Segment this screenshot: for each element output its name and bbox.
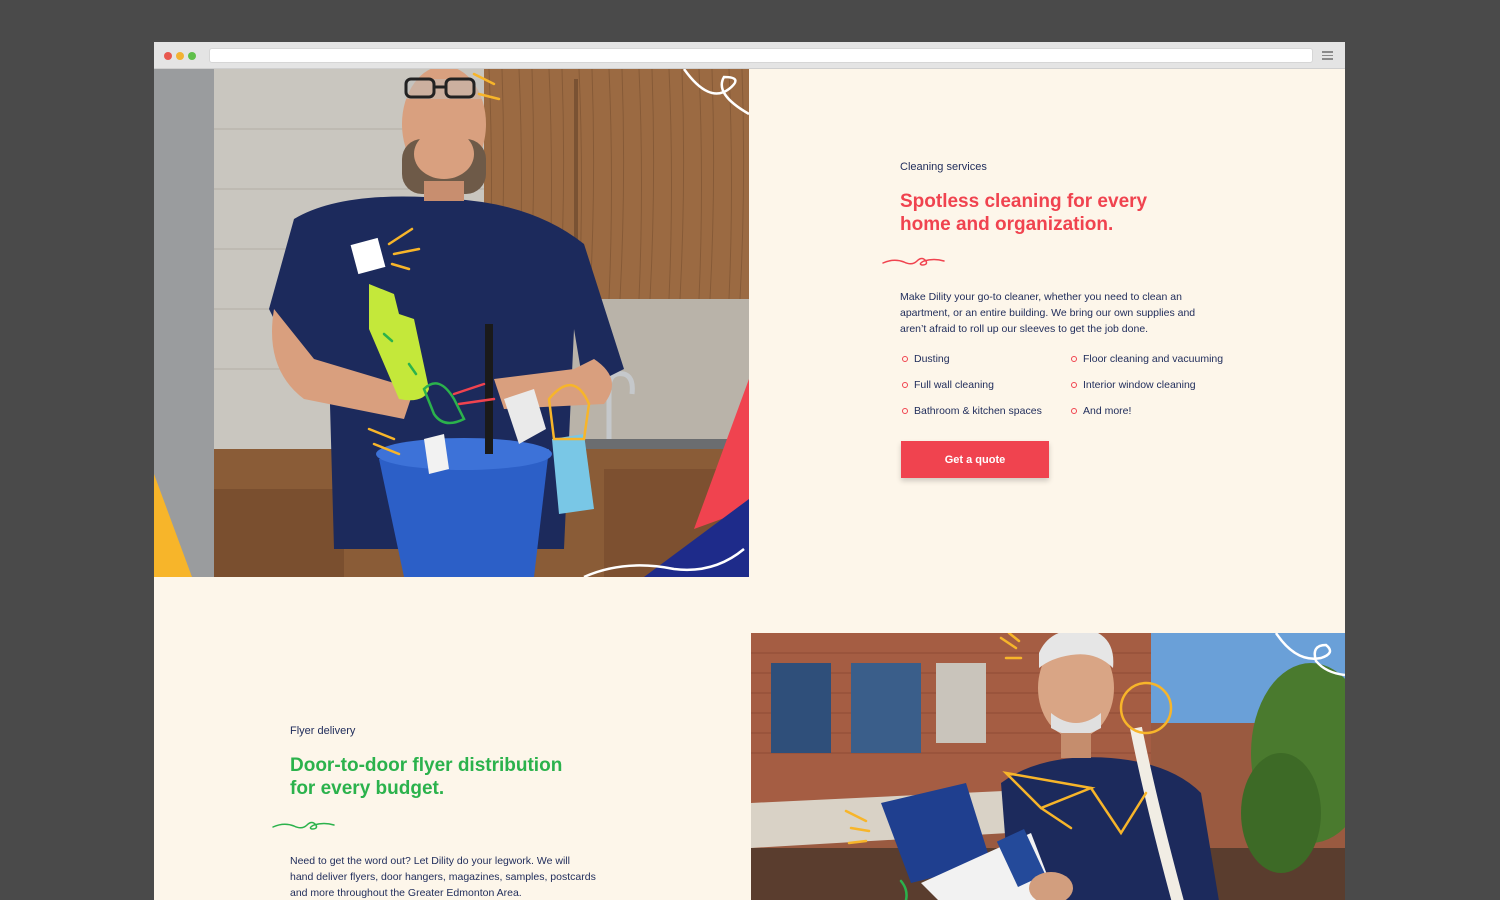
feature-label: Interior window cleaning: [1083, 379, 1196, 391]
flyer-section-label: Flyer delivery: [290, 725, 356, 737]
get-a-quote-button[interactable]: Get a quote: [901, 441, 1049, 478]
cleaning-photo-illustration: [154, 69, 749, 577]
flyer-description: Need to get the word out? Let Dility do …: [290, 853, 596, 900]
green-squiggle-divider: [272, 821, 335, 830]
cleaning-headline: Spotless cleaning for every home and org…: [900, 190, 1147, 236]
cleaning-description-line3: aren’t afraid to roll up our sleeves to …: [900, 323, 1149, 335]
cleaning-description-line2: apartment, or an entire building. We bri…: [900, 307, 1196, 319]
close-window-dot[interactable]: [164, 52, 172, 60]
red-squiggle-divider: [882, 257, 945, 266]
cleaning-headline-line1: Spotless cleaning for every: [900, 191, 1148, 212]
circle-bullet-icon: [1071, 356, 1077, 362]
cleaning-headline-line2: home and organization.: [900, 214, 1114, 235]
flyer-description-line3: and more throughout the Greater Edmonton…: [290, 887, 522, 899]
feature-label: And more!: [1083, 405, 1132, 417]
circle-bullet-icon: [1071, 382, 1077, 388]
flyer-photo-illustration: [751, 633, 1345, 900]
flyer-delivery-photo: [751, 633, 1345, 900]
feature-label: Full wall cleaning: [914, 379, 994, 391]
minimize-window-dot[interactable]: [176, 52, 184, 60]
feature-item: And more!: [1071, 405, 1131, 417]
address-bar[interactable]: [209, 48, 1313, 63]
feature-label: Bathroom & kitchen spaces: [914, 405, 1042, 417]
feature-item: Bathroom & kitchen spaces: [902, 405, 1042, 417]
maximize-window-dot[interactable]: [188, 52, 196, 60]
flyer-headline-line2: for every budget.: [290, 778, 445, 799]
cleaning-description-line1: Make Dility your go-to cleaner, whether …: [900, 291, 1182, 303]
circle-bullet-icon: [1071, 408, 1077, 414]
feature-label: Dusting: [914, 353, 950, 365]
flyer-description-line2: hand deliver flyers, door hangers, magaz…: [290, 871, 596, 883]
flyer-headline-line1: Door-to-door flyer distribution: [290, 755, 563, 776]
browser-toolbar: [154, 42, 1345, 69]
cleaning-section-label: Cleaning services: [900, 161, 987, 173]
flyer-description-line1: Need to get the word out? Let Dility do …: [290, 855, 570, 867]
feature-item: Full wall cleaning: [902, 379, 994, 391]
circle-bullet-icon: [902, 408, 908, 414]
feature-item: Interior window cleaning: [1071, 379, 1196, 391]
hamburger-menu-icon[interactable]: [1322, 51, 1333, 60]
page-content: Cleaning services Spotless cleaning for …: [154, 69, 1345, 900]
circle-bullet-icon: [902, 382, 908, 388]
cleaning-photo: [154, 69, 749, 577]
cleaning-description: Make Dility your go-to cleaner, whether …: [900, 289, 1195, 337]
feature-label: Floor cleaning and vacuuming: [1083, 353, 1224, 365]
feature-item: Dusting: [902, 353, 950, 365]
flyer-headline: Door-to-door flyer distribution for ever…: [290, 754, 562, 800]
browser-window: Cleaning services Spotless cleaning for …: [154, 42, 1345, 900]
feature-item: Floor cleaning and vacuuming: [1071, 353, 1223, 365]
circle-bullet-icon: [902, 356, 908, 362]
